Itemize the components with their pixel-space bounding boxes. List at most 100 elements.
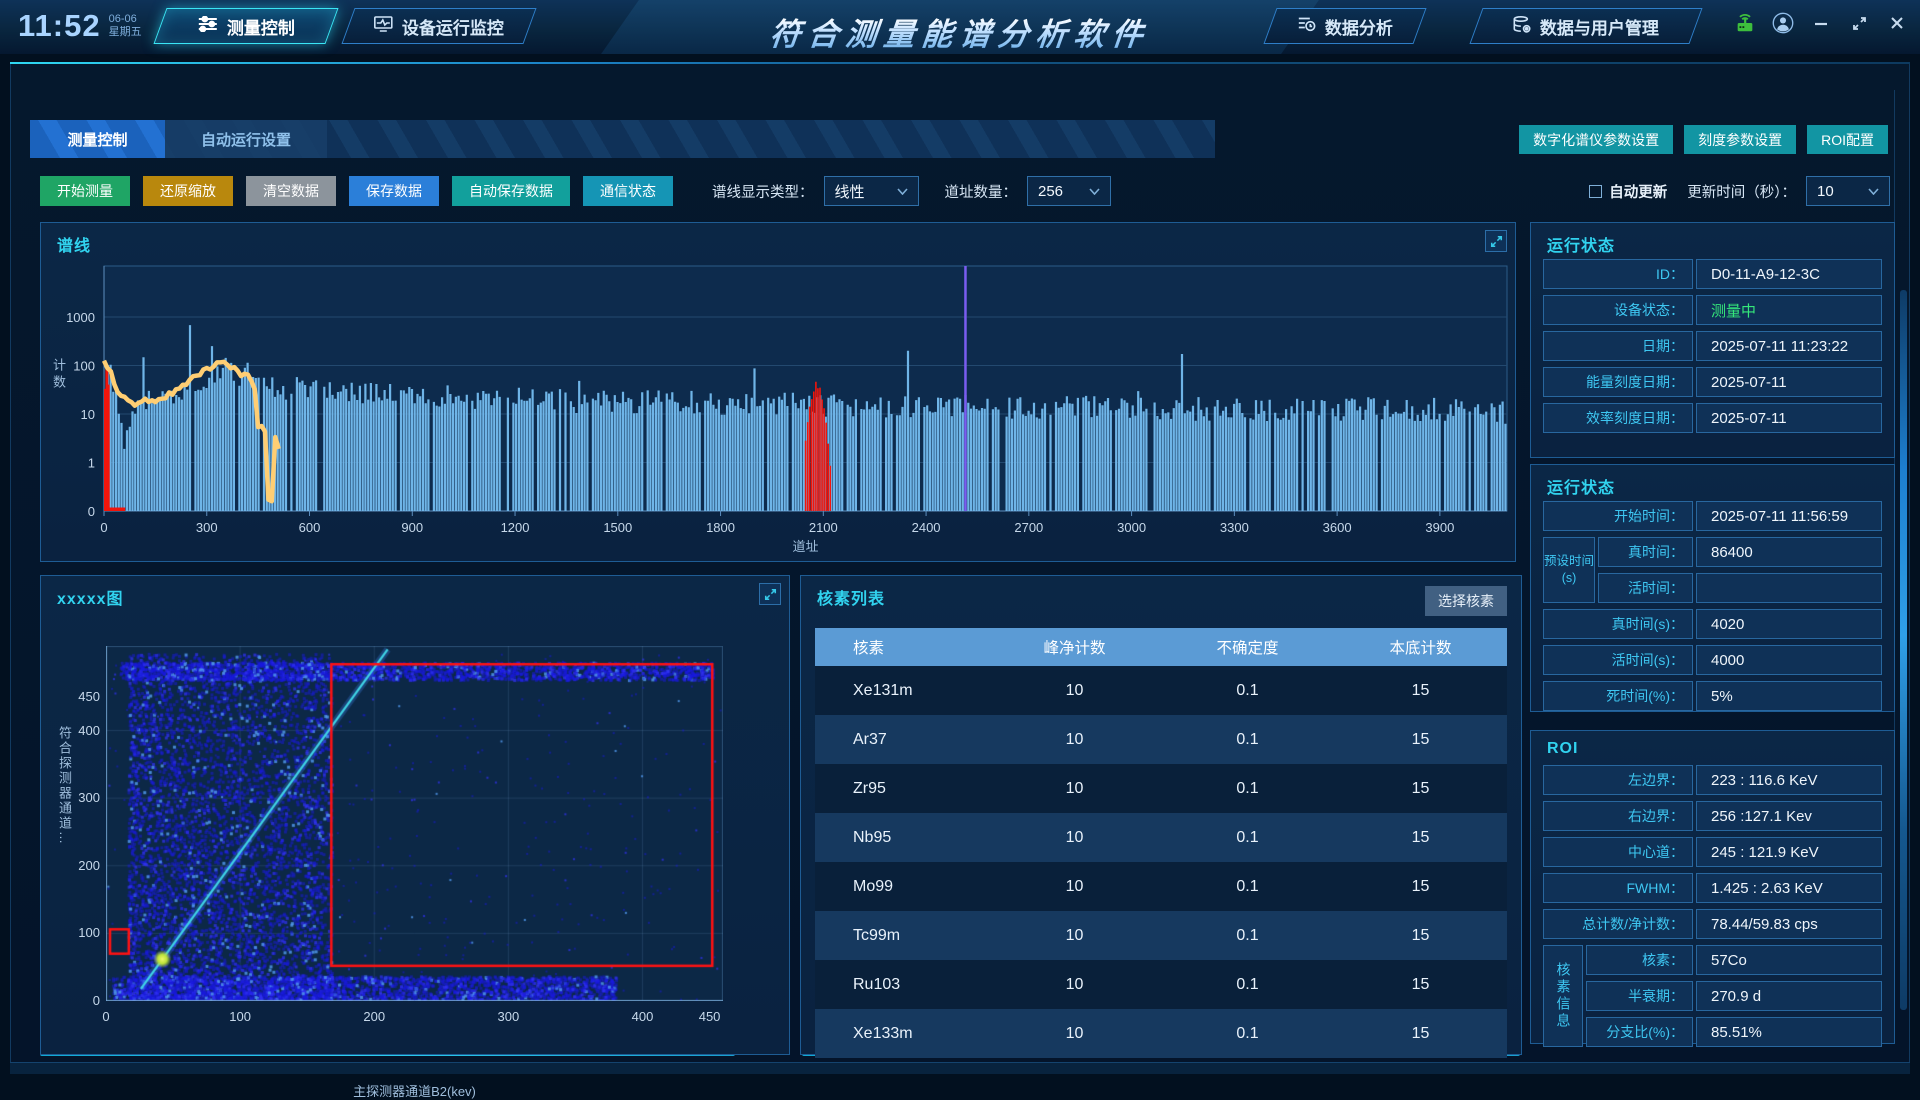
comm-status-button[interactable]: 通信状态 bbox=[583, 176, 673, 206]
svg-text:1: 1 bbox=[88, 456, 95, 471]
auto-save-button[interactable]: 自动保存数据 bbox=[452, 176, 570, 206]
coincidence-map-chart[interactable] bbox=[106, 646, 723, 1001]
run-status-panel-2: 运行状态 开始时间：2025-07-11 11:56:59 预设时间(s) 真时… bbox=[1530, 464, 1895, 712]
roi-row: 右边界：256 :127.1 Kev bbox=[1543, 801, 1882, 831]
nav-label: 数据分析 bbox=[1325, 14, 1393, 39]
channel-count-select[interactable]: 256 bbox=[1027, 176, 1111, 206]
spectrum-panel: 谱线 计数 0110100100003006009001200150018002… bbox=[40, 222, 1516, 562]
digitizer-params-button[interactable]: 数字化谱仪参数设置 bbox=[1519, 125, 1673, 154]
roi-row: 左边界：223 : 116.6 KeV bbox=[1543, 765, 1882, 795]
nav-data-analysis[interactable]: 数据分析 bbox=[1263, 8, 1426, 44]
frame-accent bbox=[10, 1062, 1910, 1074]
app-header: 11:52 06-06 星期五 测量控制 设备运行监控 符合测量能谱分析 bbox=[0, 0, 1920, 54]
svg-text:900: 900 bbox=[401, 520, 423, 535]
user-icon[interactable] bbox=[1772, 12, 1794, 34]
svg-text:100: 100 bbox=[73, 359, 95, 374]
update-interval-select[interactable]: 10 bbox=[1806, 176, 1890, 206]
minimize-icon[interactable] bbox=[1810, 12, 1832, 34]
status-row: 活时间： bbox=[1598, 573, 1882, 603]
run-status-panel-1: 运行状态 ID：D0-11-A9-12-3C 设备状态：测量中 日期：2025-… bbox=[1530, 222, 1895, 458]
update-interval-value: 10 bbox=[1817, 183, 1834, 200]
table-row[interactable]: Tc99m100.115 bbox=[815, 911, 1507, 960]
axis-tick: 200 bbox=[354, 1009, 394, 1024]
chevron-down-icon bbox=[1089, 188, 1100, 195]
database-icon bbox=[1513, 15, 1531, 37]
preset-time-label: 预设时间(s) bbox=[1543, 537, 1595, 603]
expand-icon[interactable] bbox=[759, 583, 781, 605]
status-row: 能量刻度日期：2025-07-11 bbox=[1543, 367, 1882, 397]
axis-tick: 200 bbox=[64, 858, 100, 873]
svg-text:2100: 2100 bbox=[809, 520, 838, 535]
roi-row: 中心道：245 : 121.9 KeV bbox=[1543, 837, 1882, 867]
tab-auto-run-settings[interactable]: 自动运行设置 bbox=[165, 120, 327, 158]
maximize-icon[interactable] bbox=[1848, 12, 1870, 34]
auto-update-label: 自动更新 bbox=[1609, 181, 1667, 202]
nuclide-list-title: 核素列表 bbox=[817, 585, 885, 609]
axis-tick: 300 bbox=[488, 1009, 528, 1024]
svg-text:1000: 1000 bbox=[66, 310, 95, 325]
table-row[interactable]: Mo99100.115 bbox=[815, 862, 1507, 911]
date-display: 06-06 bbox=[109, 13, 142, 26]
auto-update-checkbox[interactable] bbox=[1589, 185, 1602, 198]
roi-row: FWHM：1.425 : 2.63 KeV bbox=[1543, 873, 1882, 903]
frame-accent bbox=[10, 62, 1910, 64]
roi-row: 分支比(%)：85.51% bbox=[1586, 1017, 1882, 1047]
app-title: 符合测量能谱分析软件 bbox=[768, 9, 1153, 54]
update-interval-label: 更新时间（秒）： bbox=[1687, 181, 1796, 202]
nav-device-monitoring[interactable]: 设备运行监控 bbox=[341, 8, 536, 44]
svg-text:10: 10 bbox=[81, 407, 95, 422]
status-row: 日期：2025-07-11 11:23:22 bbox=[1543, 331, 1882, 361]
device-status-value: 测量中 bbox=[1696, 295, 1882, 325]
nav-label: 设备运行监控 bbox=[402, 14, 504, 39]
nav-measurement-control[interactable]: 测量控制 bbox=[153, 8, 338, 44]
roi-config-button[interactable]: ROI配置 bbox=[1807, 125, 1888, 154]
roi-row: 半衰期：270.9 d bbox=[1586, 981, 1882, 1011]
table-row[interactable]: Ar37100.115 bbox=[815, 715, 1507, 764]
axis-tick: 400 bbox=[64, 723, 100, 738]
status-row: 开始时间：2025-07-11 11:56:59 bbox=[1543, 501, 1882, 531]
start-measure-button[interactable]: 开始测量 bbox=[40, 176, 130, 206]
table-row[interactable]: Nb95100.115 bbox=[815, 813, 1507, 862]
clear-data-button[interactable]: 清空数据 bbox=[246, 176, 336, 206]
scatter-y-axis-label: 符合探测器通道… bbox=[55, 726, 74, 846]
weekday-display: 星期五 bbox=[109, 26, 142, 39]
calibration-params-button[interactable]: 刻度参数设置 bbox=[1684, 125, 1796, 154]
panel-title: 运行状态 bbox=[1547, 474, 1615, 498]
display-type-label: 谱线显示类型： bbox=[712, 181, 814, 202]
axis-tick: 400 bbox=[623, 1009, 663, 1024]
svg-text:1200: 1200 bbox=[501, 520, 530, 535]
svg-text:3300: 3300 bbox=[1220, 520, 1249, 535]
frame-accent bbox=[1900, 290, 1907, 1010]
svg-text:3000: 3000 bbox=[1117, 520, 1146, 535]
panel-title: ROI bbox=[1547, 740, 1578, 758]
table-row[interactable]: Ru103100.115 bbox=[815, 960, 1507, 1009]
display-type-select[interactable]: 线性 bbox=[824, 176, 919, 206]
nav-data-user-management[interactable]: 数据与用户管理 bbox=[1469, 8, 1702, 44]
tab-bar: 测量控制 自动运行设置 bbox=[30, 120, 1215, 158]
spectrum-chart[interactable]: 0110100100003006009001200150018002100240… bbox=[41, 223, 1515, 561]
svg-text:2400: 2400 bbox=[912, 520, 941, 535]
status-row: 真时间：86400 bbox=[1598, 537, 1882, 567]
table-row[interactable]: Zr95100.115 bbox=[815, 764, 1507, 813]
svg-text:600: 600 bbox=[299, 520, 321, 535]
svg-text:3600: 3600 bbox=[1323, 520, 1352, 535]
axis-tick: 300 bbox=[64, 790, 100, 805]
svg-text:1800: 1800 bbox=[706, 520, 735, 535]
column-header: 峰净计数 bbox=[988, 636, 1161, 658]
connection-status-icon[interactable] bbox=[1734, 12, 1756, 34]
tab-measurement-control[interactable]: 测量控制 bbox=[30, 120, 165, 158]
table-row[interactable]: Xe131m100.115 bbox=[815, 666, 1507, 715]
nuclide-list-panel: 核素列表 选择核素 核素 峰净计数 不确定度 本底计数 Xe131m100.11… bbox=[800, 575, 1522, 1055]
save-data-button[interactable]: 保存数据 bbox=[349, 176, 439, 206]
scatter-x-axis-label: 主探测器通道B2(kev) bbox=[106, 1081, 723, 1100]
roi-panel: ROI 左边界：223 : 116.6 KeV 右边界：256 :127.1 K… bbox=[1530, 730, 1895, 1044]
reset-zoom-button[interactable]: 还原缩放 bbox=[143, 176, 233, 206]
status-row: 效率刻度日期：2025-07-11 bbox=[1543, 403, 1882, 433]
clock: 11:52 06-06 星期五 bbox=[18, 8, 142, 44]
table-row[interactable]: Xe133m100.115 bbox=[815, 1009, 1507, 1058]
svg-text:300: 300 bbox=[196, 520, 218, 535]
select-nuclide-button[interactable]: 选择核素 bbox=[1425, 586, 1507, 616]
table-body: Xe131m100.115 Ar37100.115 Zr95100.115 Nb… bbox=[815, 666, 1507, 1058]
close-icon[interactable] bbox=[1886, 12, 1908, 34]
axis-tick: 0 bbox=[86, 1009, 126, 1024]
